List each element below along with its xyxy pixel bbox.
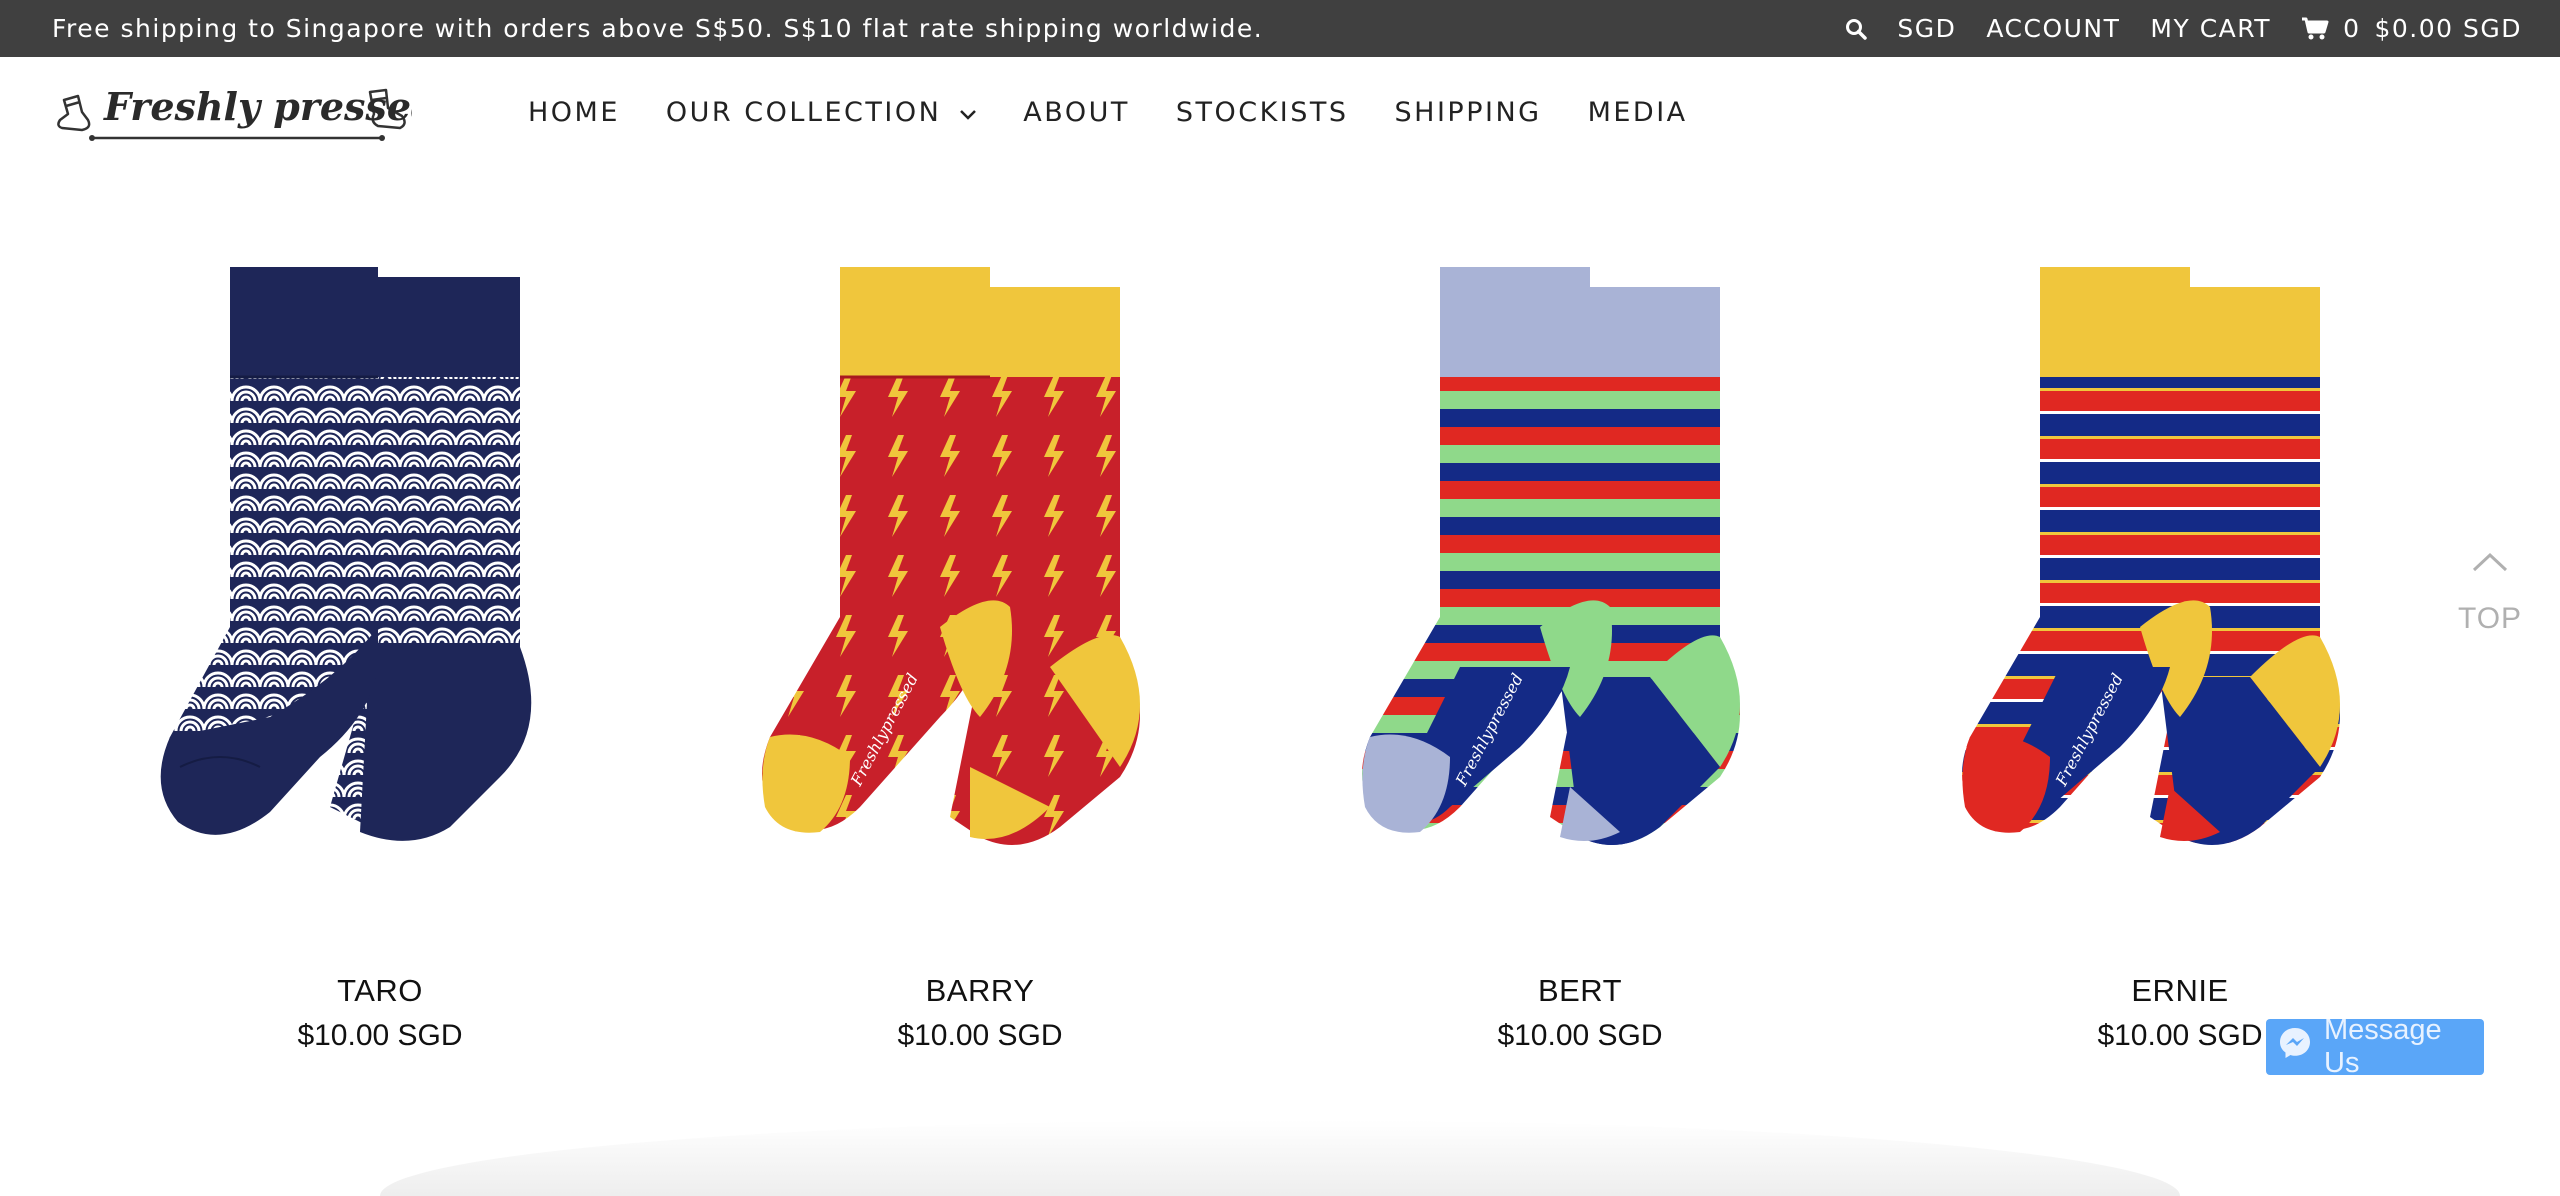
message-us-label: Message Us	[2324, 1014, 2442, 1079]
site-logo[interactable]: Freshly pressed	[52, 72, 412, 152]
chevron-up-icon	[2470, 550, 2510, 602]
messenger-icon	[2278, 1026, 2312, 1068]
back-to-top-button[interactable]: TOP	[2458, 550, 2522, 636]
nav-our-collection[interactable]: OUR COLLECTION	[666, 97, 977, 128]
currency-selector[interactable]: SGD	[1897, 14, 1956, 43]
nav-shipping[interactable]: SHIPPING	[1395, 97, 1542, 128]
site-header: Freshly pressed HOME OUR COLLECTION ABOU…	[0, 57, 2560, 167]
announcement-text: Free shipping to Singapore with orders a…	[52, 14, 1264, 43]
nav-stockists-label: STOCKISTS	[1175, 96, 1349, 128]
cart-count: 0	[2343, 14, 2361, 43]
message-us-button[interactable]: Message Us	[2266, 1014, 2484, 1079]
product-price: $10.00 SGD	[1497, 1019, 1663, 1052]
nav-media-label: MEDIA	[1587, 96, 1688, 128]
product-name[interactable]: ERNIE	[2131, 973, 2228, 1009]
cart-total: $0.00 SGD	[2374, 14, 2522, 43]
product-name[interactable]: BERT	[1538, 973, 1622, 1009]
account-link[interactable]: ACCOUNT	[1986, 14, 2120, 43]
product-image-taro[interactable]	[120, 247, 640, 887]
nav-home-label: HOME	[528, 96, 620, 128]
product-price: $10.00 SGD	[897, 1019, 1063, 1052]
nav-shipping-label: SHIPPING	[1394, 96, 1542, 128]
product-name[interactable]: TARO	[337, 973, 423, 1009]
product-grid: TARO $10.00 SGD Freshlypressed BARRY $10…	[0, 167, 2560, 1196]
search-icon[interactable]	[1845, 18, 1868, 40]
main-nav: HOME OUR COLLECTION ABOUT STOCKISTS SHIP…	[528, 97, 1734, 128]
back-to-top-label: TOP	[2457, 602, 2523, 635]
utility-nav: SGD ACCOUNT MY CART 0 $0.00 SGD	[1845, 14, 2522, 43]
logo-wordmark: Freshly pressed	[103, 84, 412, 129]
product-name[interactable]: BARRY	[926, 973, 1035, 1009]
cart-summary[interactable]: 0 $0.00 SGD	[2301, 14, 2522, 43]
announcement-bar: Free shipping to Singapore with orders a…	[0, 0, 2560, 57]
product-card[interactable]: TARO $10.00 SGD	[80, 247, 680, 1196]
product-price: $10.00 SGD	[2097, 1019, 2263, 1052]
nav-stockists[interactable]: STOCKISTS	[1176, 97, 1349, 128]
product-image-ernie[interactable]: Freshlypressed	[1920, 247, 2440, 887]
nav-our-collection-label: OUR COLLECTION	[665, 96, 942, 128]
product-image-barry[interactable]: Freshlypressed	[720, 247, 1240, 887]
product-image-bert[interactable]: Freshlypressed	[1320, 247, 1840, 887]
nav-about-label: ABOUT	[1023, 96, 1130, 128]
product-price: $10.00 SGD	[297, 1019, 463, 1052]
my-cart-link[interactable]: MY CART	[2150, 14, 2271, 43]
product-card[interactable]: Freshlypressed BERT $10.00 SGD	[1280, 247, 1880, 1196]
nav-media[interactable]: MEDIA	[1588, 97, 1688, 128]
nav-home[interactable]: HOME	[528, 97, 620, 128]
cart-icon	[2301, 17, 2329, 41]
chevron-down-icon	[959, 97, 977, 128]
nav-about[interactable]: ABOUT	[1023, 97, 1130, 128]
product-card[interactable]: Freshlypressed BARRY $10.00 SGD	[680, 247, 1280, 1196]
